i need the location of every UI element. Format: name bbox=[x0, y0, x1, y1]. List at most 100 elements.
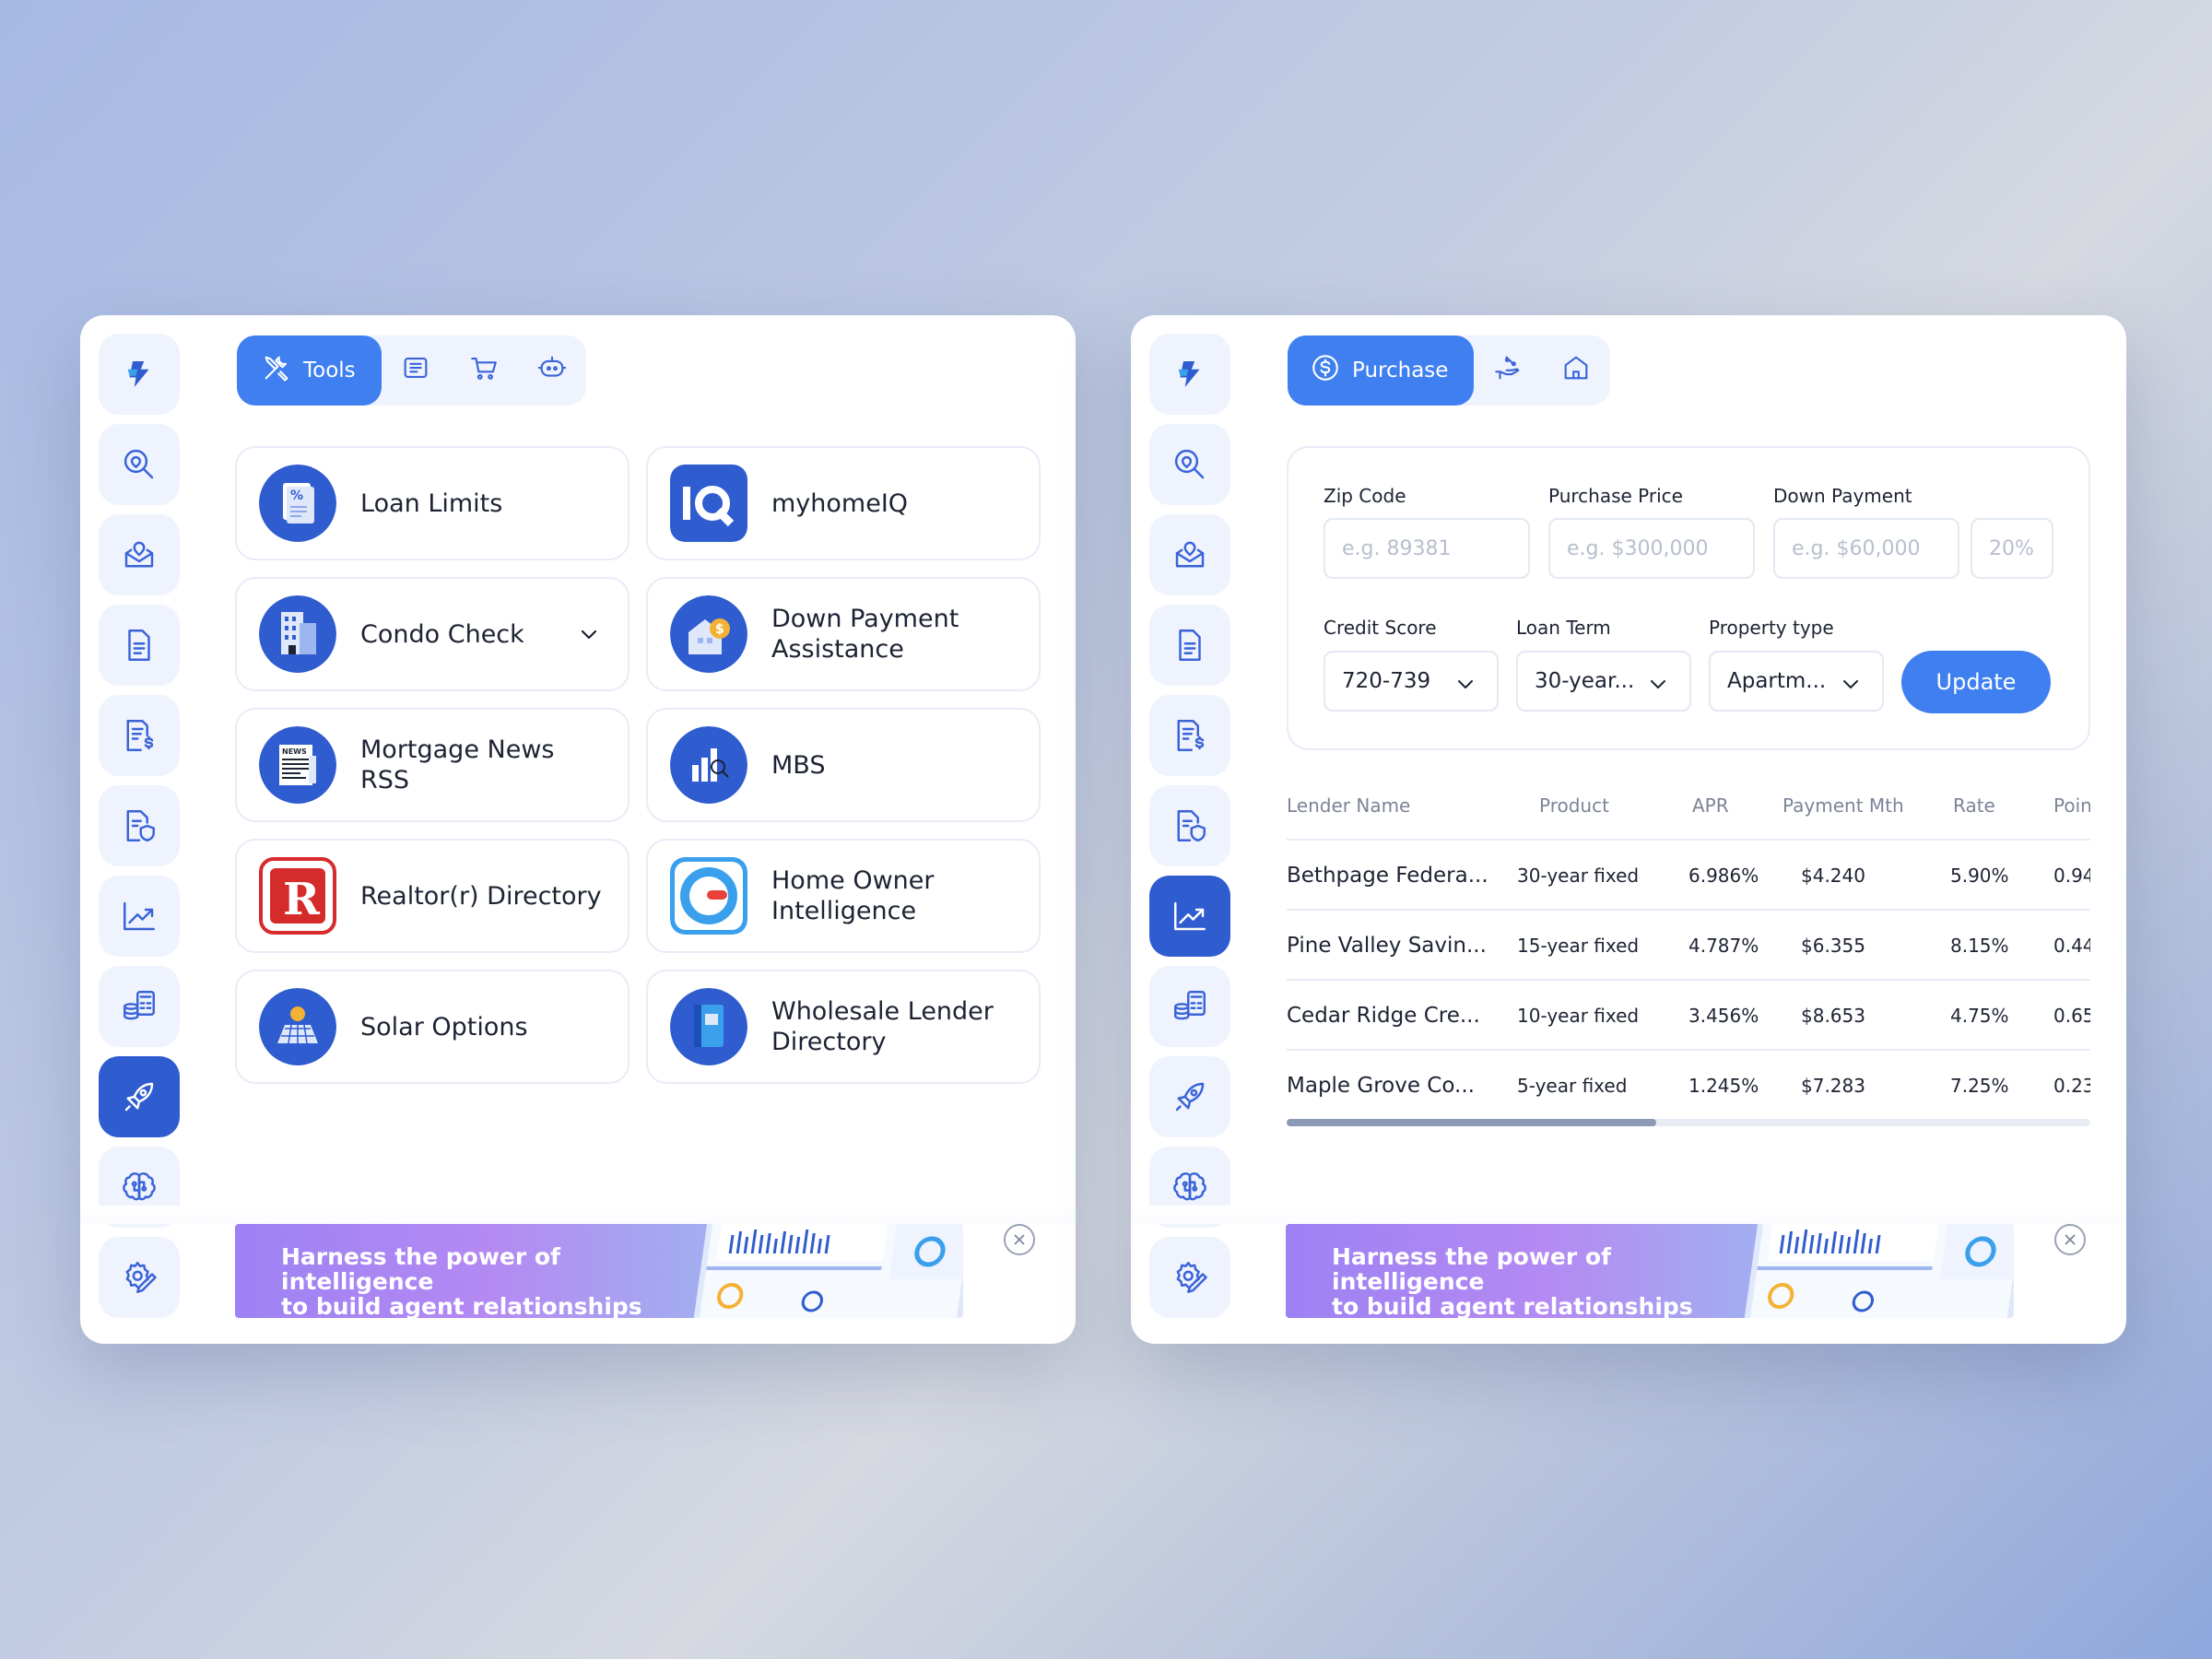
column-header[interactable]: Product bbox=[1539, 794, 1609, 817]
sidebar-item-calculator-coins[interactable] bbox=[1149, 966, 1230, 1047]
sidebar-item-rocket[interactable] bbox=[99, 1056, 180, 1137]
tool-card-mortgage-news[interactable]: NEWS Mortgage News RSS bbox=[235, 708, 629, 822]
search-location-icon bbox=[1171, 445, 1209, 484]
table-cell: 8.15% bbox=[1950, 935, 2009, 957]
scrollbar-thumb[interactable] bbox=[1287, 1119, 1657, 1126]
tab-news[interactable] bbox=[382, 335, 450, 406]
tab-assistant[interactable] bbox=[518, 335, 586, 406]
tool-card-down-payment[interactable]: $ Down Payment Assistance bbox=[646, 577, 1041, 691]
tool-label: MBS bbox=[771, 750, 826, 780]
table-cell: 4.75% bbox=[1950, 1005, 2009, 1027]
column-header[interactable]: APR bbox=[1692, 794, 1729, 817]
sidebar-item-search-location[interactable] bbox=[99, 424, 180, 505]
sidebar-item-chart-trend[interactable] bbox=[99, 876, 180, 957]
sidebar bbox=[1149, 334, 1230, 1327]
tab-bar: Purchase bbox=[1288, 335, 1611, 406]
table-row[interactable]: Bethpage Federa... 30-year fixed 6.986% $4.… bbox=[1287, 839, 2090, 909]
table-cell: 3.456% bbox=[1688, 1005, 1759, 1027]
column-header[interactable]: Rate bbox=[1953, 794, 1995, 817]
tool-label: Loan Limits bbox=[360, 488, 503, 518]
purchase-price-input[interactable]: e.g. $300,000 bbox=[1548, 518, 1755, 579]
down-payment-percent-input[interactable]: 20% bbox=[1971, 518, 2053, 579]
banner-line-2: to build agent relationships bbox=[1332, 1293, 1693, 1318]
chevron-down-icon bbox=[1840, 673, 1862, 695]
tool-label: Down Payment Assistance bbox=[771, 605, 959, 664]
table-row[interactable]: Pine Valley Savin... 15-year fixed 4.787% $… bbox=[1287, 909, 2090, 979]
table-cell: $4.240 bbox=[1801, 865, 1865, 887]
close-icon[interactable] bbox=[2054, 1224, 2086, 1255]
promo-banner[interactable]: Harness the power of intelligence to bui… bbox=[1286, 1224, 2014, 1318]
svg-text:NEWS: NEWS bbox=[282, 747, 307, 756]
brain-icon bbox=[120, 1168, 159, 1206]
tab-purchase[interactable]: Purchase bbox=[1288, 335, 1475, 406]
property-type-select[interactable]: Apartm... bbox=[1709, 651, 1884, 712]
sidebar-item-mail-location[interactable] bbox=[1149, 514, 1230, 595]
close-icon[interactable] bbox=[1004, 1224, 1035, 1255]
tab-home[interactable] bbox=[1542, 335, 1610, 406]
tool-card-myhomeiq[interactable]: myhomeIQ bbox=[646, 446, 1041, 560]
promo-banner[interactable]: Harness the power of intelligence to bui… bbox=[235, 1224, 963, 1318]
credit-score-value: 720-739 bbox=[1342, 669, 1431, 693]
credit-score-select[interactable]: 720-739 bbox=[1324, 651, 1499, 712]
tool-card-mbs[interactable]: MBS bbox=[646, 708, 1041, 822]
calculator-coins-icon bbox=[120, 987, 159, 1026]
cart-icon bbox=[468, 352, 500, 389]
down-payment-label: Down Payment bbox=[1773, 485, 1912, 507]
tool-card-realtor-directory[interactable]: R Realtor(r) Directory bbox=[235, 839, 629, 953]
tab-shop[interactable] bbox=[450, 335, 518, 406]
zip-code-input[interactable]: e.g. 89381 bbox=[1324, 518, 1530, 579]
zip-code-label: Zip Code bbox=[1324, 485, 1406, 507]
tool-label: myhomeIQ bbox=[771, 488, 909, 518]
table-cell: Maple Grove Co... bbox=[1287, 1074, 1475, 1098]
sidebar-item-document-shield[interactable] bbox=[99, 785, 180, 866]
sidebar-item-logo[interactable] bbox=[99, 334, 180, 415]
table-row[interactable]: Cedar Ridge Cre... 10-year fixed 3.456% $8.… bbox=[1287, 979, 2090, 1049]
sidebar-item-logo[interactable] bbox=[1149, 334, 1230, 415]
tab-refinance[interactable] bbox=[1474, 335, 1542, 406]
home-icon bbox=[1560, 352, 1592, 389]
table-cell: 0.94 bbox=[2053, 865, 2090, 887]
tool-card-condo-check[interactable]: Condo Check bbox=[235, 577, 629, 691]
column-header[interactable]: Lender Name bbox=[1287, 794, 1410, 817]
calculator-coins-icon bbox=[1171, 987, 1209, 1026]
sidebar-item-document-shield[interactable] bbox=[1149, 785, 1230, 866]
sidebar-item-chart-trend[interactable] bbox=[1149, 876, 1230, 957]
tool-label: Mortgage News RSS bbox=[360, 735, 555, 794]
chevron-down-icon[interactable] bbox=[578, 623, 600, 645]
table-cell: 30-year fixed bbox=[1517, 865, 1640, 887]
document-shield-icon bbox=[1171, 806, 1209, 845]
invoice-dollar-icon bbox=[120, 716, 159, 755]
sidebar-item-invoice-dollar[interactable] bbox=[1149, 695, 1230, 776]
column-header[interactable]: Payment Mth bbox=[1783, 794, 1904, 817]
column-header[interactable]: Poin bbox=[2053, 794, 2090, 817]
svg-text:%: % bbox=[290, 488, 303, 503]
loan-term-select[interactable]: 30-year... bbox=[1516, 651, 1691, 712]
tool-card-solar-options[interactable]: Solar Options bbox=[235, 970, 629, 1084]
sidebar-item-mail-location[interactable] bbox=[99, 514, 180, 595]
tool-card-home-owner[interactable]: Home Owner Intelligence bbox=[646, 839, 1041, 953]
table-cell: Pine Valley Savin... bbox=[1287, 934, 1487, 958]
sidebar-item-document[interactable] bbox=[1149, 605, 1230, 686]
table-cell: 7.25% bbox=[1950, 1075, 2009, 1097]
table-cell: 4.787% bbox=[1688, 935, 1759, 957]
sidebar-item-settings-edit[interactable] bbox=[1149, 1237, 1230, 1318]
sidebar-item-search-location[interactable] bbox=[1149, 424, 1230, 505]
tools-icon bbox=[261, 352, 292, 389]
table-row[interactable]: Maple Grove Co... 5-year fixed 1.245% $7.28… bbox=[1287, 1049, 2090, 1119]
tools-grid: % Loan Limits myhomeIQ Condo Check $ Dow… bbox=[235, 446, 1041, 1084]
banner-text: Harness the power of intelligence to bui… bbox=[281, 1244, 714, 1318]
sidebar-item-rocket[interactable] bbox=[1149, 1056, 1230, 1137]
tab-tools[interactable]: Tools bbox=[237, 335, 382, 406]
update-button[interactable]: Update bbox=[1901, 651, 2051, 713]
sidebar-item-settings-edit[interactable] bbox=[99, 1237, 180, 1318]
down-payment-input[interactable]: e.g. $60,000 bbox=[1773, 518, 1959, 579]
mail-location-icon bbox=[1171, 535, 1209, 574]
sidebar-item-calculator-coins[interactable] bbox=[99, 966, 180, 1047]
divider bbox=[80, 1206, 1076, 1224]
tool-card-wholesale-lender[interactable]: Wholesale Lender Directory bbox=[646, 970, 1041, 1084]
dashboard-preview-image bbox=[1744, 1224, 2014, 1318]
horizontal-scrollbar[interactable] bbox=[1287, 1119, 2090, 1126]
sidebar-item-invoice-dollar[interactable] bbox=[99, 695, 180, 776]
tool-card-loan-limits[interactable]: % Loan Limits bbox=[235, 446, 629, 560]
sidebar-item-document[interactable] bbox=[99, 605, 180, 686]
